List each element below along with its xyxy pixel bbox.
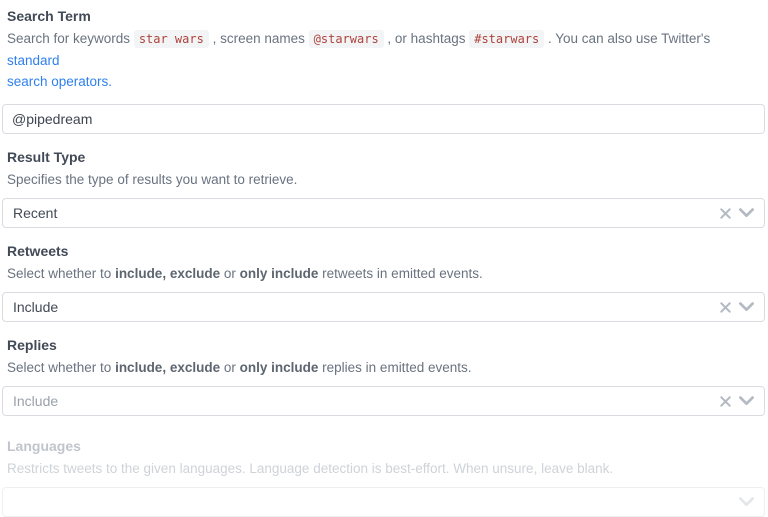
select-icons [720, 302, 754, 313]
result-type-label: Result Type [2, 149, 765, 165]
retweets-select-value: Include [13, 293, 720, 321]
retweets-label: Retweets [2, 243, 765, 259]
search-term-label: Search Term [2, 8, 765, 24]
emphasis-exclude: exclude [170, 266, 220, 281]
emphasis-include: include, [115, 360, 166, 375]
result-type-description: Specifies the type of results you want t… [2, 169, 765, 190]
result-type-select-value: Recent [13, 199, 720, 227]
search-operators-link-text: search operators. [7, 74, 112, 89]
emphasis-only-include: only include [240, 266, 319, 281]
chevron-down-icon [739, 497, 754, 507]
retweets-select[interactable]: Include [2, 292, 765, 322]
replies-select-value: Include [13, 387, 720, 415]
search-operators-link-text: standard [7, 53, 60, 68]
code-example-screen-name: @starwars [309, 30, 384, 48]
description-text: Select whether to [7, 360, 115, 375]
emphasis-include: include, [115, 266, 166, 281]
clear-icon[interactable] [720, 396, 731, 407]
code-example-hashtag: #starwars [469, 30, 544, 48]
replies-label: Replies [2, 337, 765, 353]
languages-select [2, 487, 765, 517]
search-term-input[interactable] [2, 104, 765, 134]
select-icons [720, 396, 754, 407]
field-result-type: Result Type Specifies the type of result… [2, 149, 765, 228]
twitter-search-config-form: Search Term Search for keywords star war… [0, 0, 768, 517]
description-text: . You can also use Twitter's [544, 31, 710, 46]
clear-icon[interactable] [720, 302, 731, 313]
field-replies: Replies Select whether to include, exclu… [2, 337, 765, 416]
description-text: Restricts tweets to the given languages.… [7, 461, 613, 476]
languages-description: Restricts tweets to the given languages.… [2, 458, 765, 479]
replies-description: Select whether to include, exclude or on… [2, 357, 765, 378]
emphasis-only-include: only include [240, 360, 319, 375]
replies-select[interactable]: Include [2, 386, 765, 416]
chevron-down-icon[interactable] [739, 396, 754, 406]
result-type-select[interactable]: Recent [2, 198, 765, 228]
chevron-down-icon[interactable] [739, 302, 754, 312]
chevron-down-icon[interactable] [739, 208, 754, 218]
select-icons [739, 497, 754, 507]
select-icons [720, 208, 754, 219]
description-text: , screen names [209, 31, 309, 46]
field-search-term: Search Term Search for keywords star war… [2, 8, 765, 134]
search-term-description: Search for keywords star wars , screen n… [2, 28, 765, 92]
languages-label: Languages [2, 438, 765, 454]
retweets-description: Select whether to include, exclude or on… [2, 263, 765, 284]
description-text: Select whether to [7, 266, 115, 281]
description-text: replies in emitted events. [318, 360, 471, 375]
description-text: , or hashtags [384, 31, 470, 46]
field-retweets: Retweets Select whether to include, excl… [2, 243, 765, 322]
field-languages: Languages Restricts tweets to the given … [2, 438, 765, 517]
code-example-keywords: star wars [134, 30, 209, 48]
search-operators-link[interactable]: standard search operators. [7, 53, 112, 89]
description-text: or [220, 360, 240, 375]
description-text: or [220, 266, 240, 281]
emphasis-exclude: exclude [170, 360, 220, 375]
description-text: Search for keywords [7, 31, 134, 46]
clear-icon[interactable] [720, 208, 731, 219]
description-text: Specifies the type of results you want t… [7, 172, 297, 187]
description-text: retweets in emitted events. [318, 266, 482, 281]
